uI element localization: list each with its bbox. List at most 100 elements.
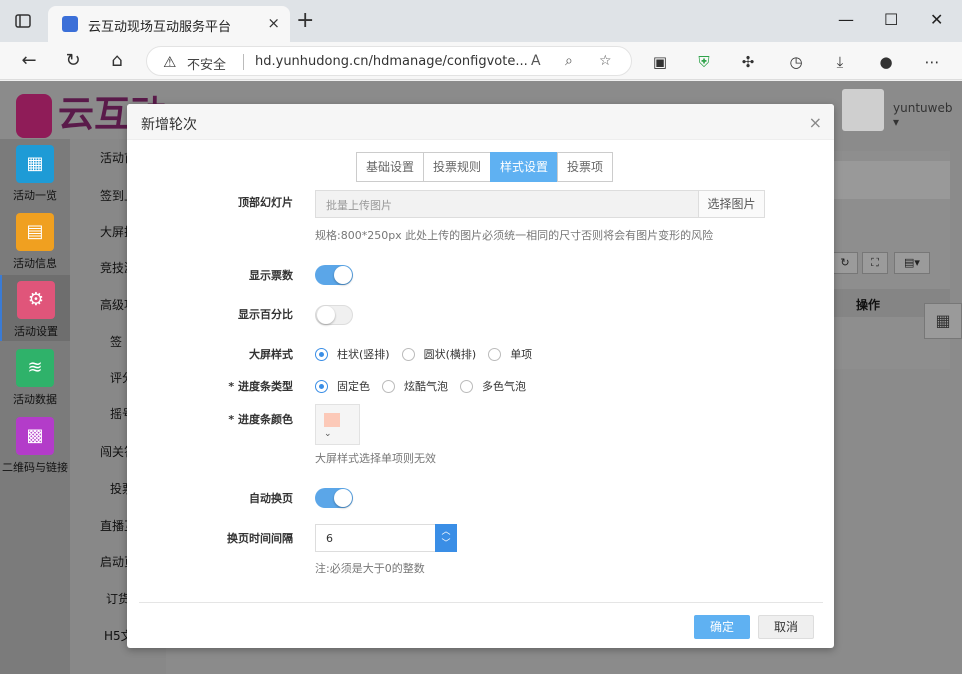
address-bar[interactable]: ⚠ 不安全 hd.yunhudong.cn/hdmanage/configvot…	[146, 46, 632, 76]
more-menu-icon[interactable]: ⋯	[922, 52, 942, 72]
maximize-icon[interactable]: ☐	[884, 10, 898, 29]
toggle-knob	[317, 306, 335, 324]
left-nav: ▦ 活动一览 ▤ 活动信息 ⚙ 活动设置 ≋ 活动数据 ▩ 二维码与链接	[0, 139, 70, 674]
radio-cool-bubble[interactable]: 炫酷气泡	[382, 378, 448, 394]
minimize-icon[interactable]: —	[838, 10, 854, 29]
username-menu[interactable]: yuntuweb ▾	[893, 101, 962, 129]
extensions-icon[interactable]: ✣	[738, 52, 758, 72]
slideshow-hint: 规格:800*250px 此处上传的图片必须统一相同的尺寸否则将会有图片变形的风…	[315, 229, 714, 242]
page-interval-label: 换页时间间隔	[227, 532, 293, 545]
dialog-header: 新增轮次 ×	[127, 104, 834, 140]
radio-dot	[460, 379, 473, 393]
confirm-button[interactable]: 确定	[694, 615, 750, 639]
tab-vote-items[interactable]: 投票项	[557, 152, 614, 182]
dialog-title: 新增轮次	[141, 117, 197, 133]
cancel-button[interactable]: 取消	[758, 615, 814, 639]
tab-actions-icon[interactable]	[14, 12, 34, 32]
favorite-star-icon[interactable]: ☆	[599, 53, 612, 69]
screen-style-label: 大屏样式	[249, 348, 293, 361]
chevron-down-icon: ⌄	[324, 429, 332, 439]
radio-single[interactable]: 单项	[488, 346, 532, 362]
tab-basic-settings[interactable]: 基础设置	[356, 152, 425, 182]
nav-item-activity-settings[interactable]: ⚙ 活动设置	[0, 275, 70, 341]
site-favicon-icon	[62, 16, 78, 32]
show-votes-label: 显示票数	[249, 269, 293, 282]
shield-icon[interactable]: ⛨	[694, 52, 714, 72]
fullscreen-icon[interactable]: ⛶	[862, 252, 888, 274]
progress-color-label: * 进度条颜色	[228, 413, 293, 426]
browser-tab-bar: 云互动现场互动服务平台 × + — ☐ ✕	[0, 0, 962, 42]
divider	[243, 54, 244, 70]
zoom-icon[interactable]: ⌕	[565, 53, 573, 69]
collections-icon[interactable]: ▣	[650, 52, 670, 72]
columns-menu-icon[interactable]: ▤▾	[894, 252, 930, 274]
gear-icon: ⚙	[17, 281, 55, 319]
radio-bar-vertical[interactable]: 柱状(竖排)	[315, 346, 390, 362]
insecure-label: 不安全	[187, 58, 227, 73]
toggle-knob	[334, 489, 352, 507]
number-spinner[interactable]: ︿ ﹀	[435, 524, 457, 552]
progress-type-radios: 固定色 炫酷气泡 多色气泡	[315, 378, 538, 394]
window-close-icon[interactable]: ✕	[930, 10, 943, 29]
radio-round-horizontal[interactable]: 圆状(横排)	[401, 346, 476, 362]
read-aloud-icon[interactable]: A	[531, 53, 541, 69]
tab-vote-rules[interactable]: 投票规则	[423, 152, 492, 182]
radio-multicolor-bubble[interactable]: 多色气泡	[460, 378, 526, 394]
radio-dot	[488, 347, 502, 361]
browser-tab[interactable]: 云互动现场互动服务平台 ×	[48, 6, 290, 42]
page-interval-input[interactable]: 6 ︿ ﹀	[315, 524, 457, 552]
slideshow-label: 顶部幻灯片	[238, 196, 293, 209]
qrcode-float-icon[interactable]: ▦	[924, 303, 962, 339]
tab-title: 云互动现场互动服务平台	[88, 20, 232, 35]
phone-logo-icon	[16, 94, 52, 138]
history-icon[interactable]: ◷	[786, 52, 806, 72]
radio-dot	[401, 347, 415, 361]
database-icon: ≋	[16, 349, 54, 387]
auto-page-label: 自动换页	[249, 492, 293, 505]
home-icon[interactable]: ⌂	[106, 50, 128, 72]
download-icon[interactable]: ⤓	[830, 52, 850, 72]
profile-icon[interactable]: ●	[876, 52, 896, 72]
upload-placeholder: 批量上传图片	[326, 199, 392, 212]
new-tab-button[interactable]: +	[296, 10, 314, 32]
warning-icon: ⚠	[163, 53, 177, 71]
reload-icon[interactable]: ↻	[62, 50, 84, 72]
chevron-up-icon[interactable]: ︿	[435, 526, 457, 538]
tab-style-settings[interactable]: 样式设置	[490, 152, 559, 182]
slideshow-upload[interactable]: 批量上传图片 选择图片	[315, 190, 765, 218]
url-text[interactable]: hd.yunhudong.cn/hdmanage/configvote...	[255, 54, 528, 69]
radio-dot	[315, 379, 328, 393]
radio-fixed-color[interactable]: 固定色	[315, 378, 370, 394]
page-interval-value[interactable]: 6	[326, 532, 333, 545]
dialog-close-icon[interactable]: ×	[809, 113, 822, 132]
auto-page-toggle[interactable]	[315, 488, 353, 508]
refresh-icon[interactable]: ↻	[832, 252, 858, 274]
column-header-action: 操作	[856, 298, 881, 312]
choose-image-button[interactable]: 选择图片	[698, 191, 764, 217]
show-percent-toggle[interactable]	[315, 305, 353, 325]
show-percent-label: 显示百分比	[238, 308, 293, 321]
toggle-knob	[334, 266, 352, 284]
add-round-dialog: 新增轮次 × 基础设置 投票规则 样式设置 投票项 顶部幻灯片 批量上传图片 选…	[127, 104, 834, 648]
tab-close-icon[interactable]: ×	[267, 14, 280, 32]
nav-item-activity-info[interactable]: ▤ 活动信息	[0, 207, 70, 273]
show-votes-toggle[interactable]	[315, 265, 353, 285]
dialog-divider	[139, 602, 823, 603]
progress-type-label: * 进度条类型	[228, 380, 293, 393]
avatar[interactable]	[842, 89, 884, 131]
back-icon[interactable]: ←	[18, 50, 40, 72]
address-toolbar: ← ↻ ⌂ ⚠ 不安全 hd.yunhudong.cn/hdmanage/con…	[0, 42, 962, 80]
nav-item-activity-list[interactable]: ▦ 活动一览	[0, 139, 70, 205]
page-interval-hint: 注:必须是大于0的整数	[315, 562, 425, 575]
grid-icon: ▦	[16, 145, 54, 183]
nav-item-activity-data[interactable]: ≋ 活动数据	[0, 343, 70, 409]
nav-item-qrcode[interactable]: ▩ 二维码与链接	[0, 411, 70, 477]
color-swatch	[324, 413, 340, 427]
progress-color-picker[interactable]: ⌄	[315, 404, 360, 445]
dialog-tabs: 基础设置 投票规则 样式设置 投票项	[356, 152, 614, 182]
progress-color-hint: 大屏样式选择单项则无效	[315, 452, 436, 465]
radio-dot	[382, 379, 395, 393]
chevron-down-icon[interactable]: ﹀	[435, 538, 457, 550]
radio-dot	[315, 347, 328, 361]
subnav-item[interactable]: 签	[110, 333, 122, 350]
